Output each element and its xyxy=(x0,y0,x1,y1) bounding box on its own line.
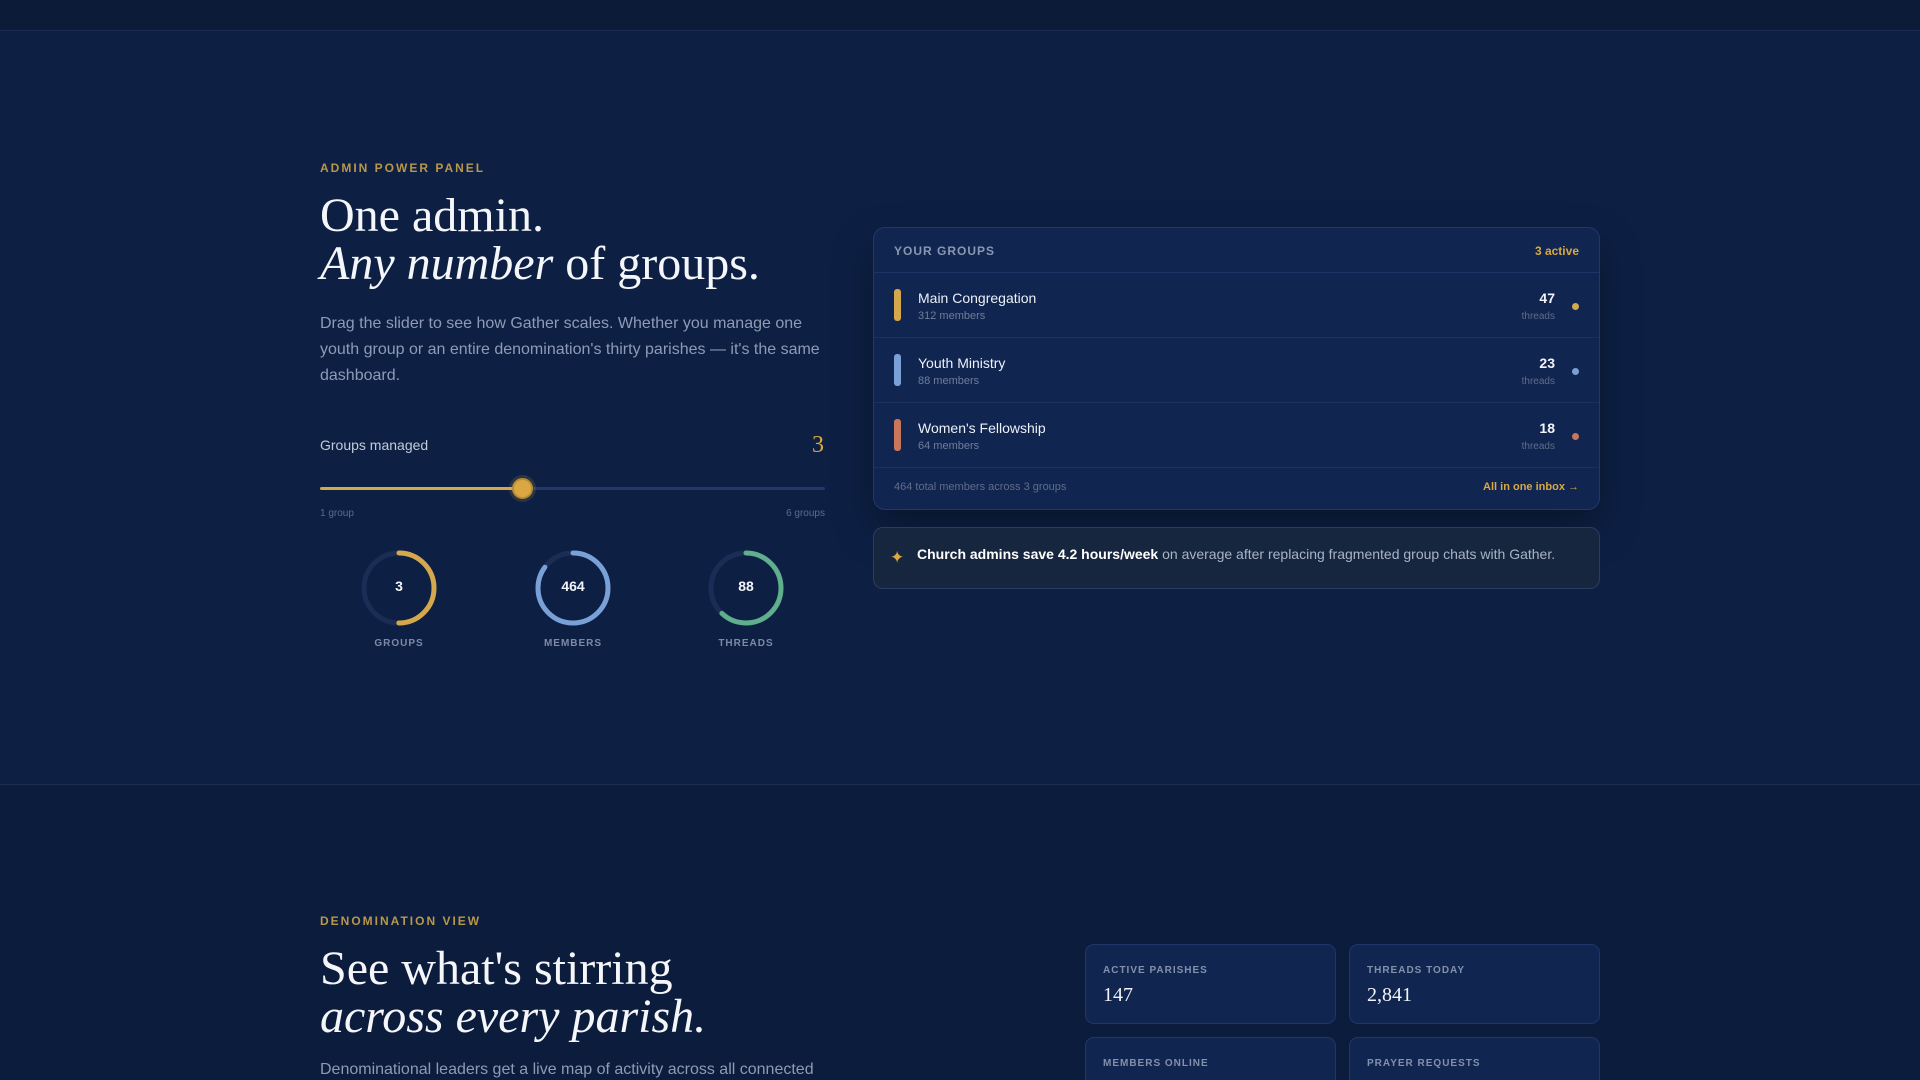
group-thread-count: 18 xyxy=(1539,420,1555,436)
sparkle-icon: ✦ xyxy=(890,548,905,567)
savings-text: Church admins save 4.2 hours/week on ave… xyxy=(917,546,1555,562)
active-count-badge: 3 active xyxy=(1534,244,1579,258)
savings-highlight: Church admins save 4.2 hours/week xyxy=(917,546,1159,562)
threads-ring: 88 THREADS xyxy=(701,548,791,649)
your-groups-card: YOUR GROUPS 3 active Main Congregation 3… xyxy=(873,227,1600,510)
members-ring-label: MEMBERS xyxy=(543,638,603,649)
top-nav-bar xyxy=(0,0,1920,31)
group-color-bar xyxy=(894,354,901,386)
stat-label: PRAYER REQUESTS xyxy=(1367,1058,1481,1069)
stat-threads-today: THREADS TODAY 2,841 xyxy=(1349,944,1600,1024)
group-status-dot xyxy=(1572,368,1579,375)
denomination-eyebrow: DENOMINATION VIEW xyxy=(320,914,482,928)
group-thread-count: 47 xyxy=(1539,290,1555,306)
card-footer: 464 total members across 3 groups All in… xyxy=(874,468,1599,509)
stat-value: 2,841 xyxy=(1367,984,1412,1006)
group-status-dot xyxy=(1572,433,1579,440)
groups-ring: 3 GROUPS xyxy=(354,548,444,649)
group-color-bar xyxy=(894,419,901,451)
slider-label: Groups managed xyxy=(320,437,429,453)
admin-eyebrow: ADMIN POWER PANEL xyxy=(320,161,486,175)
stat-label: MEMBERS ONLINE xyxy=(1103,1058,1209,1069)
group-members: 88 members xyxy=(918,375,980,387)
stat-label: THREADS TODAY xyxy=(1367,965,1466,976)
group-members: 64 members xyxy=(918,440,980,452)
card-title: YOUR GROUPS xyxy=(894,244,996,258)
denomination-headline-line1: See what's stirring xyxy=(320,942,673,995)
slider-min-label: 1 group xyxy=(320,508,354,519)
denomination-lede: Denominational leaders get a live map of… xyxy=(320,1061,814,1078)
group-members: 312 members xyxy=(918,310,986,322)
group-thread-unit: threads xyxy=(1521,441,1555,452)
groups-ring-value: 3 xyxy=(395,578,403,594)
denomination-view-section xyxy=(0,785,1920,1080)
slider-value: 3 xyxy=(812,432,824,458)
group-row-womens-fellowship[interactable]: Women's Fellowship 64 members 18 threads xyxy=(874,403,1599,468)
denomination-headline: See what's stirring across every parish. xyxy=(320,945,706,1041)
group-row-main-congregation[interactable]: Main Congregation 312 members 47 threads xyxy=(874,273,1599,338)
group-row-youth-ministry[interactable]: Youth Ministry 88 members 23 threads xyxy=(874,338,1599,403)
all-in-one-inbox-link[interactable]: All in one inbox → xyxy=(1483,481,1579,493)
group-thread-unit: threads xyxy=(1521,376,1555,387)
admin-headline-rest: of groups. xyxy=(553,237,760,290)
stat-label: ACTIVE PARISHES xyxy=(1103,965,1208,976)
admin-headline-italic: Any number xyxy=(320,237,554,290)
groups-ring-label: GROUPS xyxy=(374,638,424,649)
group-thread-unit: threads xyxy=(1521,311,1555,322)
groups-slider-track[interactable] xyxy=(320,487,825,490)
card-header: YOUR GROUPS 3 active xyxy=(874,228,1599,273)
group-name: Youth Ministry xyxy=(918,355,1006,371)
stat-prayer-requests: PRAYER REQUESTS xyxy=(1349,1037,1600,1080)
stat-value: 147 xyxy=(1103,984,1133,1006)
slider-max-label: 6 groups xyxy=(786,508,825,519)
admin-headline-line1: One admin. xyxy=(320,189,544,242)
group-thread-count: 23 xyxy=(1539,355,1555,371)
groups-slider-thumb[interactable] xyxy=(511,478,533,499)
group-name: Women's Fellowship xyxy=(918,420,1046,436)
threads-ring-value: 88 xyxy=(738,578,754,594)
admin-headline-line2: Any number of groups. xyxy=(320,240,760,288)
group-name: Main Congregation xyxy=(918,290,1037,306)
group-status-dot xyxy=(1572,303,1579,310)
admin-headline: One admin. Any number of groups. xyxy=(320,192,760,288)
denomination-headline-line2: across every parish. xyxy=(320,990,707,1043)
stat-active-parishes: ACTIVE PARISHES 147 xyxy=(1085,944,1336,1024)
members-ring: 464 MEMBERS xyxy=(528,548,618,649)
threads-ring-label: THREADS xyxy=(718,638,774,649)
group-color-bar xyxy=(894,289,901,321)
admin-lede: Drag the slider to see how Gather scales… xyxy=(320,315,820,384)
total-members-summary: 464 total members across 3 groups xyxy=(894,481,1067,493)
savings-callout: ✦ Church admins save 4.2 hours/week on a… xyxy=(873,527,1600,589)
groups-slider-fill xyxy=(320,487,522,490)
savings-rest: on average after replacing fragmented gr… xyxy=(1158,546,1556,562)
members-ring-value: 464 xyxy=(561,578,585,594)
stat-members-online: MEMBERS ONLINE xyxy=(1085,1037,1336,1080)
